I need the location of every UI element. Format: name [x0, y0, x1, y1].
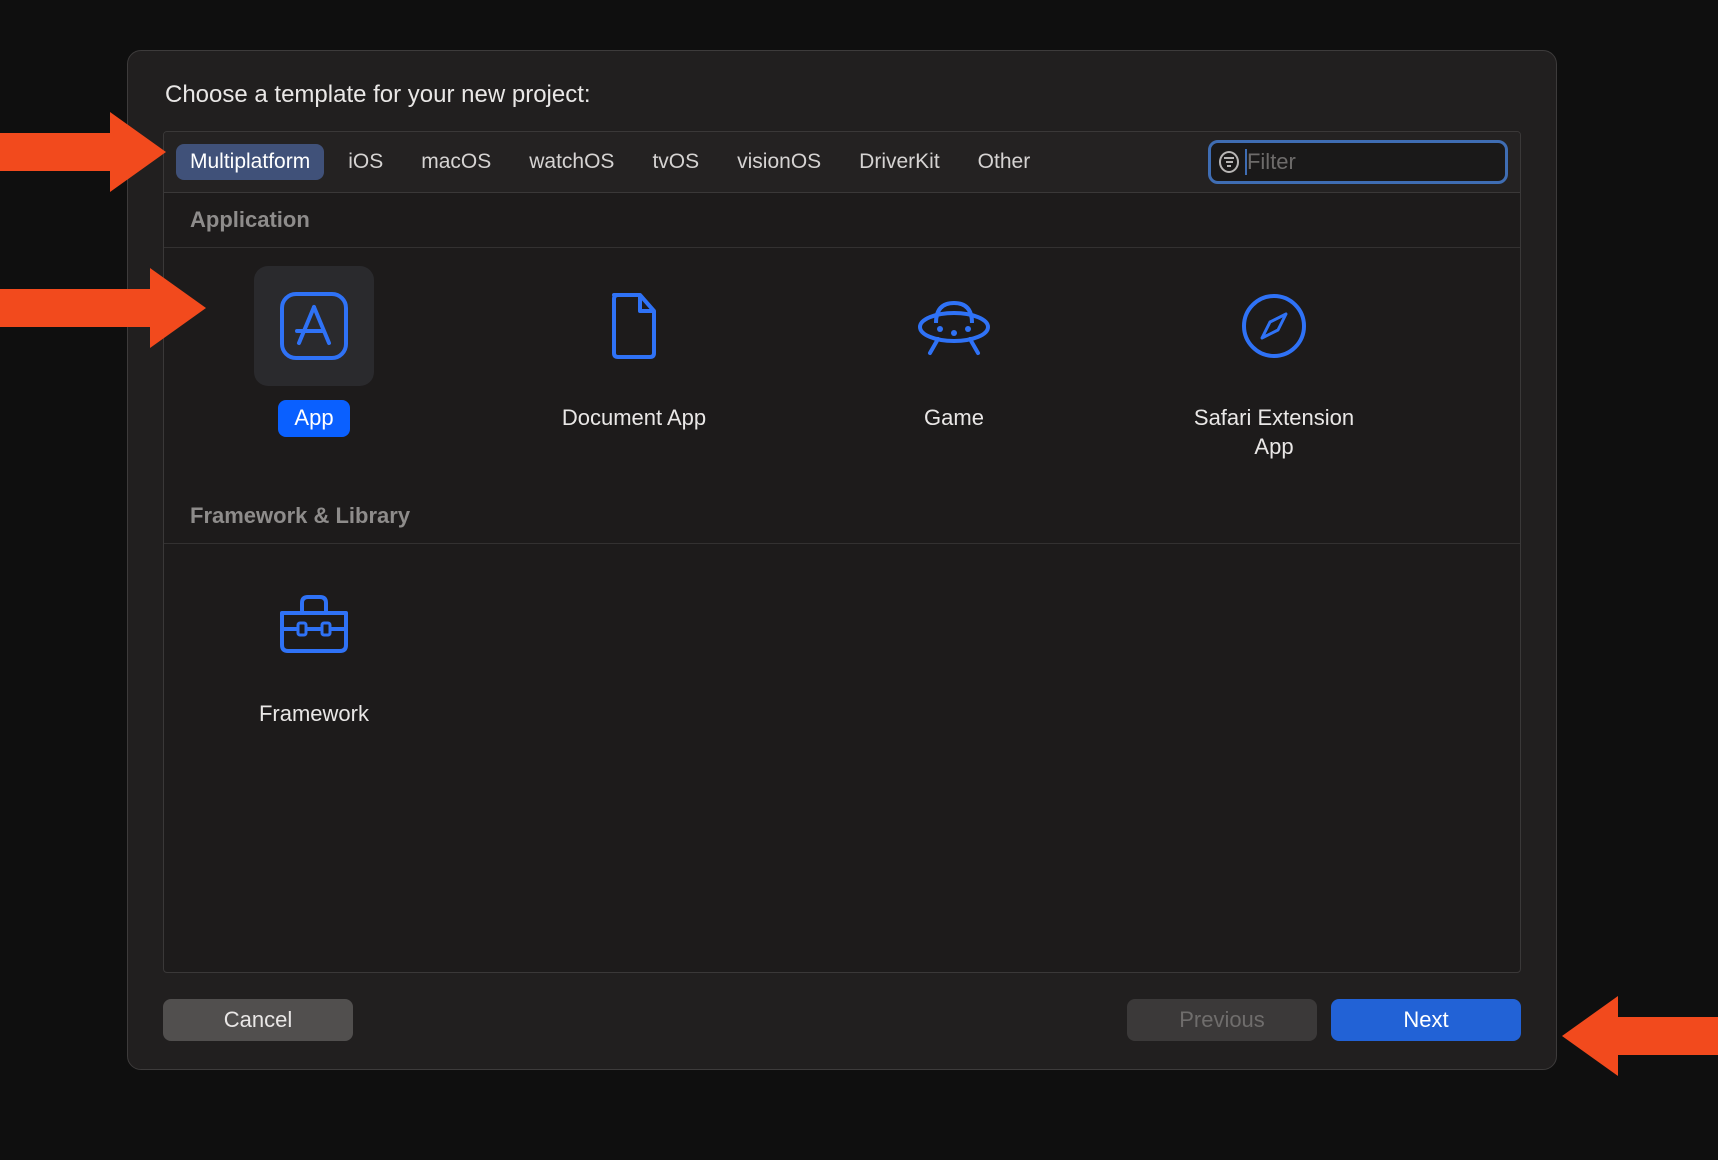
tab-visionos[interactable]: visionOS	[723, 144, 835, 180]
previous-button[interactable]: Previous	[1127, 999, 1317, 1041]
filter-input[interactable]	[1247, 149, 1497, 175]
template-grid-framework: Framework	[164, 544, 1520, 757]
tab-other[interactable]: Other	[964, 144, 1045, 180]
next-button[interactable]: Next	[1331, 999, 1521, 1041]
tab-driverkit[interactable]: DriverKit	[845, 144, 954, 180]
template-scroll-area[interactable]: Application App	[164, 193, 1520, 972]
tab-watchos[interactable]: watchOS	[515, 144, 628, 180]
new-project-template-dialog: Choose a template for your new project: …	[127, 50, 1557, 1070]
dialog-title: Choose a template for your new project:	[165, 81, 1521, 109]
template-label: Game	[912, 400, 996, 437]
toolbox-icon	[274, 589, 354, 655]
tab-tvos[interactable]: tvOS	[638, 144, 713, 180]
document-icon	[606, 291, 662, 361]
template-label: Framework	[247, 696, 381, 733]
app-icon	[279, 291, 349, 361]
annotation-arrow-template	[0, 268, 206, 348]
annotation-arrow-tabs	[0, 112, 166, 192]
dialog-footer: Cancel Previous Next	[163, 973, 1521, 1041]
cancel-button[interactable]: Cancel	[163, 999, 353, 1041]
filter-icon	[1219, 151, 1239, 173]
template-label: Document App	[550, 400, 718, 437]
template-framework[interactable]: Framework	[214, 562, 414, 733]
compass-icon	[1239, 291, 1309, 361]
tab-macos[interactable]: macOS	[407, 144, 505, 180]
ufo-icon	[914, 293, 994, 359]
template-safari-extension-app[interactable]: Safari Extension App	[1174, 266, 1374, 465]
template-document-app[interactable]: Document App	[534, 266, 734, 465]
platform-tab-bar: Multiplatform iOS macOS watchOS tvOS vis…	[164, 132, 1520, 193]
template-label: Safari Extension App	[1174, 400, 1374, 465]
tab-multiplatform[interactable]: Multiplatform	[176, 144, 324, 180]
template-app[interactable]: App	[214, 266, 414, 465]
template-label: App	[278, 400, 349, 437]
template-chooser-box: Multiplatform iOS macOS watchOS tvOS vis…	[163, 131, 1521, 973]
filter-field-wrap[interactable]	[1208, 140, 1508, 184]
section-header-framework: Framework & Library	[164, 489, 1520, 544]
template-game[interactable]: Game	[854, 266, 1054, 465]
annotation-arrow-next	[1562, 996, 1718, 1076]
tab-ios[interactable]: iOS	[334, 144, 397, 180]
template-grid-application: App Document App	[164, 248, 1520, 489]
section-header-application: Application	[164, 193, 1520, 248]
